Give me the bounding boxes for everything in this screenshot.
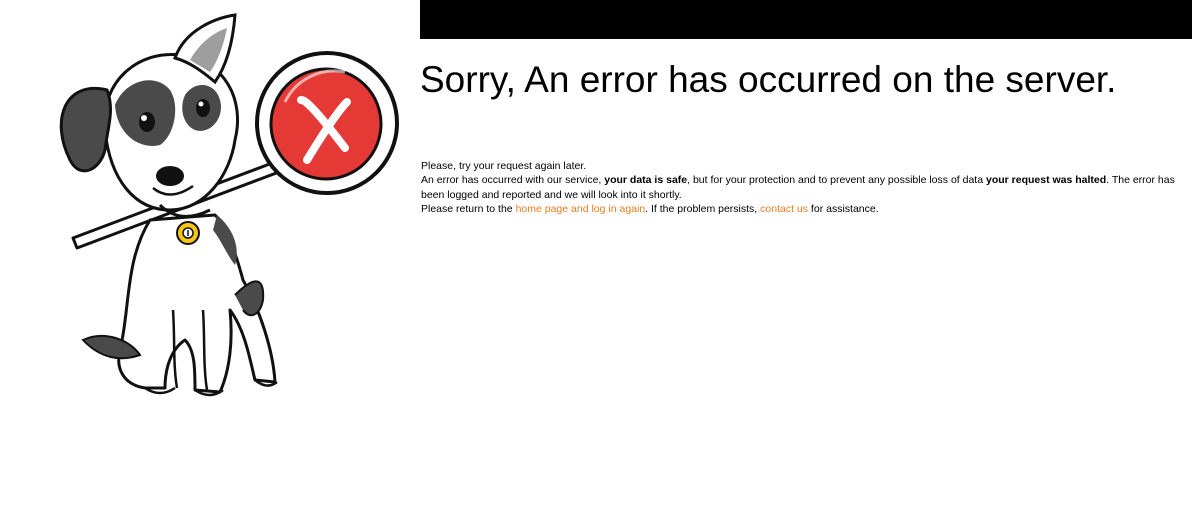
message-line-return: Please return to the home page and log i… bbox=[421, 202, 1185, 216]
error-message: Please, try your request again later. An… bbox=[421, 159, 1185, 216]
contact-us-link[interactable]: contact us bbox=[760, 203, 808, 215]
message-line-details: An error has occurred with our service, … bbox=[421, 173, 1185, 202]
details-text: An error has occurred with our service, bbox=[421, 174, 605, 187]
retry-text: Please, try your request again later. bbox=[421, 160, 587, 172]
message-line-retry: Please, try your request again later. bbox=[421, 159, 1185, 173]
data-safe-text: your data is safe bbox=[604, 174, 688, 187]
return-text: Please return to the bbox=[421, 202, 516, 215]
home-page-link[interactable]: home page and log in again bbox=[516, 203, 646, 215]
dog-holding-stop-sign-icon bbox=[59, 13, 399, 397]
top-bar bbox=[420, 0, 1192, 39]
details-text-middle: , but for your protection and to prevent… bbox=[687, 174, 986, 187]
error-page: Sorry, An error has occurred on the serv… bbox=[0, 0, 1192, 528]
assistance-text: for assistance. bbox=[808, 202, 879, 215]
request-halted-text: your request was halted bbox=[985, 174, 1107, 187]
persists-text: . If the problem persists, bbox=[645, 202, 761, 215]
page-title: Sorry, An error has occurred on the serv… bbox=[420, 59, 1117, 100]
